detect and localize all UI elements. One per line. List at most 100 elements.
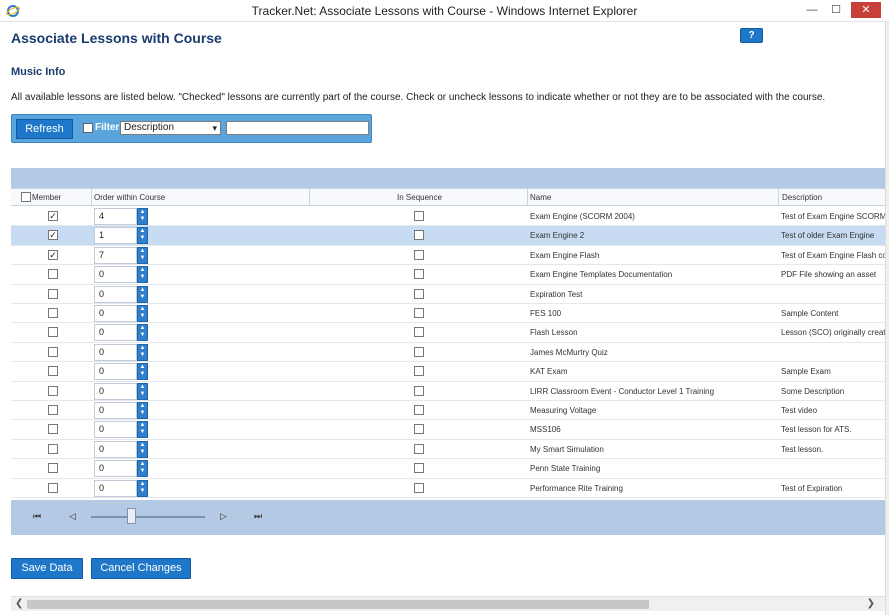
filter-checkbox[interactable] (83, 123, 93, 133)
table-row[interactable]: 0 ▲ ▼ LIRR Classroom Event - Conductor Leve… (11, 382, 885, 401)
order-value[interactable]: 4 (94, 208, 137, 225)
order-stepper[interactable]: 0 ▲ ▼ (94, 266, 148, 284)
member-checkbox[interactable] (48, 385, 58, 396)
member-checkbox[interactable] (48, 463, 58, 474)
column-header-description[interactable]: Description (779, 189, 885, 206)
stepper-arrows-icon[interactable]: ▲ ▼ (137, 246, 148, 264)
stepper-arrows-icon[interactable]: ▲ ▼ (137, 208, 148, 225)
member-checkbox[interactable] (48, 366, 58, 377)
order-value[interactable]: 0 (94, 343, 137, 361)
stepper-arrows-icon[interactable]: ▲ ▼ (137, 343, 148, 361)
order-stepper[interactable]: 0 ▲ ▼ (94, 440, 148, 458)
in-sequence-checkbox[interactable] (414, 424, 424, 435)
table-row[interactable]: 0 ▲ ▼ James McMurtry Quiz (11, 343, 885, 363)
in-sequence-checkbox[interactable] (414, 405, 424, 415)
last-page-icon[interactable]: ⏭ (254, 511, 262, 522)
order-value[interactable]: 0 (94, 382, 137, 400)
order-stepper[interactable]: 0 ▲ ▼ (94, 421, 148, 439)
stepper-arrows-icon[interactable]: ▲ ▼ (137, 460, 148, 478)
refresh-button[interactable]: Refresh (16, 119, 73, 139)
member-checkbox[interactable] (48, 288, 58, 299)
member-checkbox[interactable] (48, 308, 58, 318)
order-stepper[interactable]: 0 ▲ ▼ (94, 285, 148, 303)
horizontal-scrollbar[interactable]: ❮ ❯ (11, 596, 885, 611)
table-row[interactable]: 0 ▲ ▼ Expiration Test (11, 285, 885, 304)
stepper-arrows-icon[interactable]: ▲ ▼ (137, 382, 148, 400)
stepper-arrows-icon[interactable]: ▲ ▼ (137, 266, 148, 284)
order-value[interactable]: 0 (94, 266, 137, 284)
member-checkbox[interactable] (48, 327, 58, 338)
maximize-button[interactable]: ☐ (823, 2, 849, 18)
order-stepper[interactable]: 0 ▲ ▼ (94, 363, 148, 381)
column-header-name[interactable]: Name (528, 189, 779, 206)
scrollbar-thumb[interactable] (27, 600, 649, 609)
in-sequence-checkbox[interactable] (414, 327, 424, 338)
order-value[interactable]: 0 (94, 479, 137, 497)
order-stepper[interactable]: 4 ▲ ▼ (94, 208, 148, 225)
order-value[interactable]: 0 (94, 363, 137, 381)
table-row[interactable]: 0 ▲ ▼ Flash Lesson Lesson (SCO) originally c… (11, 323, 885, 343)
table-row[interactable]: 0 ▲ ▼ Performance Rite Training Test of Expi… (11, 479, 885, 498)
member-checkbox[interactable] (48, 482, 58, 493)
table-row[interactable]: ✓ 7 ▲ ▼ Exam Engine Flash Test of Exam Engine… (11, 246, 885, 266)
order-value[interactable]: 0 (94, 440, 137, 458)
order-stepper[interactable]: 0 ▲ ▼ (94, 382, 148, 400)
order-stepper[interactable]: 0 ▲ ▼ (94, 479, 148, 497)
page-slider-track[interactable] (91, 516, 205, 518)
stepper-arrows-icon[interactable]: ▲ ▼ (137, 402, 148, 419)
member-checkbox[interactable] (48, 443, 58, 454)
minimize-button[interactable]: — (799, 2, 825, 18)
stepper-arrows-icon[interactable]: ▲ ▼ (137, 479, 148, 497)
table-row[interactable]: ✓ 4 ▲ ▼ Exam Engine (SCORM 2004) Test of Exam… (11, 207, 885, 227)
table-row[interactable]: 0 ▲ ▼ Exam Engine Templates Documentation PD… (11, 265, 885, 285)
stepper-arrows-icon[interactable]: ▲ ▼ (137, 363, 148, 381)
column-header-order[interactable]: Order within Course (92, 189, 310, 206)
in-sequence-checkbox[interactable] (414, 463, 424, 474)
order-value[interactable]: 1 (94, 227, 137, 245)
stepper-arrows-icon[interactable]: ▲ ▼ (137, 440, 148, 458)
stepper-arrows-icon[interactable]: ▲ ▼ (137, 324, 148, 342)
in-sequence-checkbox[interactable] (414, 366, 424, 377)
member-checkbox[interactable]: ✓ (48, 230, 58, 241)
table-row[interactable]: 0 ▲ ▼ Penn State Training (11, 459, 885, 479)
order-stepper[interactable]: 0 ▲ ▼ (94, 343, 148, 361)
order-value[interactable]: 7 (94, 246, 137, 264)
stepper-arrows-icon[interactable]: ▲ ▼ (137, 305, 148, 322)
order-value[interactable]: 0 (94, 460, 137, 478)
order-stepper[interactable]: 0 ▲ ▼ (94, 324, 148, 342)
member-checkbox[interactable]: ✓ (48, 211, 58, 221)
scroll-left-icon[interactable]: ❮ (15, 598, 23, 609)
order-value[interactable]: 0 (94, 421, 137, 439)
member-checkbox[interactable] (48, 405, 58, 415)
previous-page-icon[interactable]: ◁ (69, 511, 76, 522)
select-all-checkbox[interactable] (21, 192, 31, 202)
member-checkbox[interactable] (48, 424, 58, 435)
column-header-member[interactable]: Member (11, 189, 92, 206)
order-value[interactable]: 0 (94, 285, 137, 303)
order-value[interactable]: 0 (94, 324, 137, 342)
save-data-button[interactable]: Save Data (11, 558, 83, 579)
next-page-icon[interactable]: ▷ (220, 511, 227, 522)
member-checkbox[interactable]: ✓ (48, 249, 58, 260)
in-sequence-checkbox[interactable] (414, 482, 424, 493)
close-button[interactable]: ✕ (851, 2, 881, 18)
order-stepper[interactable]: 0 ▲ ▼ (94, 305, 148, 322)
order-value[interactable]: 0 (94, 305, 137, 322)
in-sequence-checkbox[interactable] (414, 211, 424, 221)
stepper-arrows-icon[interactable]: ▲ ▼ (137, 285, 148, 303)
scroll-right-icon[interactable]: ❯ (867, 598, 875, 609)
in-sequence-checkbox[interactable] (414, 269, 424, 280)
table-row[interactable]: 0 ▲ ▼ FES 100 Sample Content (11, 304, 885, 324)
member-checkbox[interactable] (48, 269, 58, 280)
in-sequence-checkbox[interactable] (414, 308, 424, 318)
page-slider-thumb[interactable] (127, 508, 136, 524)
order-value[interactable]: 0 (94, 402, 137, 419)
table-row[interactable]: 0 ▲ ▼ My Smart Simulation Test lesson. (11, 440, 885, 460)
order-stepper[interactable]: 7 ▲ ▼ (94, 246, 148, 264)
in-sequence-checkbox[interactable] (414, 288, 424, 299)
member-checkbox[interactable] (48, 346, 58, 357)
cancel-changes-button[interactable]: Cancel Changes (91, 558, 191, 579)
in-sequence-checkbox[interactable] (414, 346, 424, 357)
help-button[interactable]: ? (740, 28, 763, 43)
order-stepper[interactable]: 0 ▲ ▼ (94, 460, 148, 478)
